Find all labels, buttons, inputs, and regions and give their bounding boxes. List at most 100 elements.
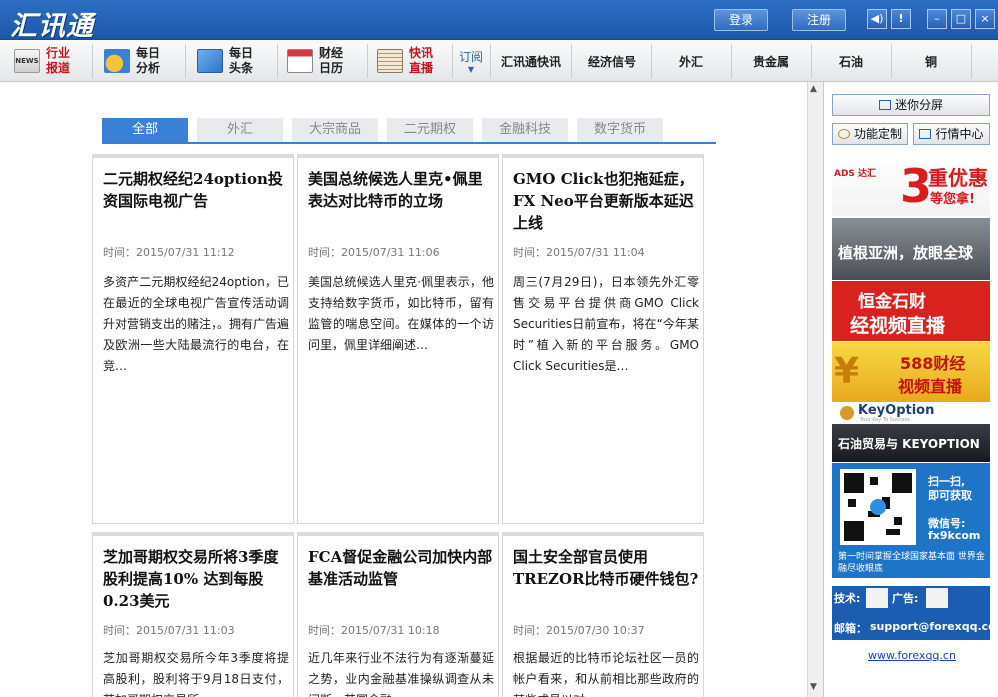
- wechat-description: 第一时间掌握全球国家基本面 世界金融尽收眼底: [838, 552, 985, 574]
- nav-divider: [367, 44, 368, 78]
- subscribe-dropdown[interactable]: 订阅 ▼: [455, 40, 487, 82]
- minimize-button[interactable]: –: [927, 9, 947, 29]
- news-card-summary: 近几年来行业不法行为有逐渐蔓延之势，业内金融基准操纵调查从未间断，英国金融…: [308, 651, 494, 697]
- footer-link[interactable]: www.forexqq.cn: [868, 649, 956, 662]
- main-nav: NEWS 行业 报道 每日 分析 每日 头条 财经 日历 快讯 直播 订阅 ▼ …: [0, 40, 998, 82]
- news-card-title[interactable]: 芝加哥期权交易所将3季度股利提高10% 达到每股0.23美元: [103, 546, 289, 612]
- news-card[interactable]: GMO Click也犯拖延症，FX Neo平台更新版本延迟上线 时间：2015/…: [502, 154, 704, 524]
- nav-item-precious-metals[interactable]: 贵金属: [732, 40, 810, 82]
- nav-item-label: 每日 分析: [136, 46, 161, 75]
- tab-digital-currency[interactable]: 数字货币: [577, 118, 663, 142]
- gear-icon: [837, 129, 850, 139]
- subscribe-label: 订阅: [458, 50, 483, 64]
- nav-item-oil[interactable]: 石油: [812, 40, 890, 82]
- ad-banner-keyoption-logo[interactable]: KeyOption Your Key To Success: [832, 403, 990, 423]
- ad-headline: 植根亚洲，放眼全球: [838, 244, 974, 262]
- tab-binary-options[interactable]: 二元期权: [387, 118, 473, 142]
- chart-icon: [919, 129, 932, 139]
- email-value[interactable]: support@forexqq.com: [870, 620, 990, 633]
- ad-brand: KeyOption: [858, 403, 935, 418]
- close-button[interactable]: ×: [975, 9, 995, 29]
- qq-icon[interactable]: [926, 588, 948, 608]
- news-card[interactable]: 国土安全部官员使用TREZOR比特币硬件钱包? 时间：2015/07/30 10…: [502, 532, 704, 697]
- info-icon[interactable]: !: [891, 9, 911, 29]
- email-label: 邮箱：: [834, 622, 867, 635]
- news-card-title[interactable]: GMO Click也犯拖延症，FX Neo平台更新版本延迟上线: [513, 168, 699, 234]
- ad-banner-hengjin[interactable]: 恒金石财 经视频直播: [832, 281, 990, 341]
- news-card-title[interactable]: 美国总统候选人里克•佩里表达对比特币的立场: [308, 168, 494, 212]
- app-logo: 汇讯通: [10, 11, 94, 42]
- news-card-summary: 美国总统候选人里克·佩里表示，他支持给数字货币，如比特币，留有监管的喘息空间。在…: [308, 275, 494, 352]
- headline-icon: [197, 49, 223, 73]
- coins-icon: [104, 49, 130, 73]
- maximize-button[interactable]: □: [951, 9, 971, 29]
- vertical-scrollbar[interactable]: ▲ ▼: [807, 82, 823, 697]
- mini-split-button[interactable]: 迷你分屏: [832, 94, 990, 116]
- news-card-time: 时间：2015/07/31 11:04: [513, 246, 645, 259]
- nav-item-daily-headlines[interactable]: 每日 头条: [197, 40, 277, 82]
- news-card[interactable]: 美国总统候选人里克•佩里表达对比特币的立场 时间：2015/07/31 11:0…: [297, 154, 499, 524]
- ad-banner-asia[interactable]: 植根亚洲，放眼全球: [832, 218, 990, 280]
- nav-item-live-news[interactable]: 快讯 直播: [377, 40, 453, 82]
- chevron-down-icon: ▼: [467, 65, 475, 74]
- news-card[interactable]: 二元期权经纪24option投资国际电视广告 时间：2015/07/31 11:…: [92, 154, 294, 524]
- nav-item-label: 行业 报道: [46, 46, 71, 75]
- ad-headline: 石油贸易与 KEYOPTION: [838, 437, 980, 451]
- quotes-center-button[interactable]: 行情中心: [913, 123, 990, 145]
- contact-panel: 技术: 广告: 邮箱： support@forexqq.com: [832, 586, 990, 640]
- wechat-id: fx9kcom: [928, 529, 981, 542]
- news-card-summary: 多资产二元期权经纪24option，已在最近的全球电视广告宣传活动调升对营销支出…: [103, 275, 290, 373]
- news-card[interactable]: FCA督促金融公司加快内部基准活动监管 时间：2015/07/31 10:18 …: [297, 532, 499, 697]
- nav-item-economic-signals[interactable]: 经济信号: [572, 40, 652, 82]
- wechat-panel: 扫一扫, 即可获取 微信号: fx9kcom 第一时间掌握全球国家基本面 世界金…: [832, 463, 990, 578]
- news-card-title[interactable]: 二元期权经纪24option投资国际电视广告: [103, 168, 289, 212]
- nav-divider: [277, 44, 278, 78]
- tab-fintech[interactable]: 金融科技: [482, 118, 568, 142]
- yen-icon: ¥: [834, 351, 860, 392]
- wechat-line2: 即可获取: [928, 489, 972, 502]
- ad-subline: 等您拿!: [930, 192, 975, 207]
- tab-all[interactable]: 全部: [102, 118, 188, 142]
- news-card-summary: 芝加哥期权交易所今年3季度将提高股利，股利将于9月18日支付，芝加哥期权交易所…: [103, 651, 289, 697]
- sound-icon[interactable]: ◀): [867, 9, 887, 29]
- scroll-down-icon[interactable]: ▼: [810, 682, 817, 692]
- sidebar: 迷你分屏 功能定制 行情中心 ADS 达汇 3 重优惠 等您拿! 植根亚洲，放眼…: [823, 82, 998, 697]
- nav-item-copper[interactable]: 铜: [892, 40, 970, 82]
- qr-logo: [870, 499, 886, 515]
- scroll-up-icon[interactable]: ▲: [810, 84, 817, 94]
- nav-divider: [452, 44, 453, 78]
- nav-item-hxt-news[interactable]: 汇讯通快讯: [491, 40, 571, 82]
- news-card-time: 时间：2015/07/31 11:03: [103, 624, 235, 637]
- nav-item-calendar[interactable]: 财经 日历: [287, 40, 367, 82]
- qq-icon[interactable]: [866, 588, 888, 608]
- ad-banner-588[interactable]: ¥ 588财经 视频直播: [832, 342, 990, 402]
- qr-code-icon: [840, 469, 916, 545]
- nav-item-label: 快讯 直播: [409, 46, 434, 75]
- news-card-title[interactable]: 国土安全部官员使用TREZOR比特币硬件钱包?: [513, 546, 699, 590]
- newspaper-icon: [377, 49, 403, 73]
- news-card[interactable]: 芝加哥期权交易所将3季度股利提高10% 达到每股0.23美元 时间：2015/0…: [92, 532, 294, 697]
- tab-commodities[interactable]: 大宗商品: [292, 118, 378, 142]
- keyoption-logo-icon: [840, 406, 854, 420]
- news-card-summary: 根据最近的比特币论坛社区一员的帐户看来，和从前相比那些政府的某些成员以对…: [513, 651, 699, 697]
- news-card-title[interactable]: FCA督促金融公司加快内部基准活动监管: [308, 546, 494, 590]
- ad-banner-oil-trade[interactable]: 石油贸易与 KEYOPTION: [832, 424, 990, 462]
- title-bar: 汇讯通 登录 注册 ◀) ! – □ ×: [0, 0, 998, 42]
- ad-contact-label: 广告:: [892, 592, 919, 605]
- register-button[interactable]: 注册: [792, 9, 846, 31]
- nav-item-label: 每日 头条: [229, 46, 254, 75]
- ad-headline: 经视频直播: [850, 315, 946, 337]
- ad-tagline: Your Key To Success: [860, 417, 910, 423]
- nav-item-industry-news[interactable]: NEWS 行业 报道: [14, 40, 92, 82]
- nav-divider: [185, 44, 186, 78]
- nav-item-label: 财经 日历: [319, 46, 344, 75]
- nav-item-forex[interactable]: 外汇: [652, 40, 730, 82]
- login-button[interactable]: 登录: [714, 9, 768, 31]
- ad-brand: ADS 达汇: [834, 169, 877, 179]
- tab-forex[interactable]: 外汇: [197, 118, 283, 142]
- window-icon: [878, 100, 891, 110]
- category-tabs: 全部 外汇 大宗商品 二元期权 金融科技 数字货币: [102, 118, 716, 144]
- custom-function-button[interactable]: 功能定制: [832, 123, 908, 145]
- nav-item-daily-analysis[interactable]: 每日 分析: [104, 40, 184, 82]
- ad-banner-ads[interactable]: ADS 达汇 3 重优惠 等您拿!: [832, 158, 990, 216]
